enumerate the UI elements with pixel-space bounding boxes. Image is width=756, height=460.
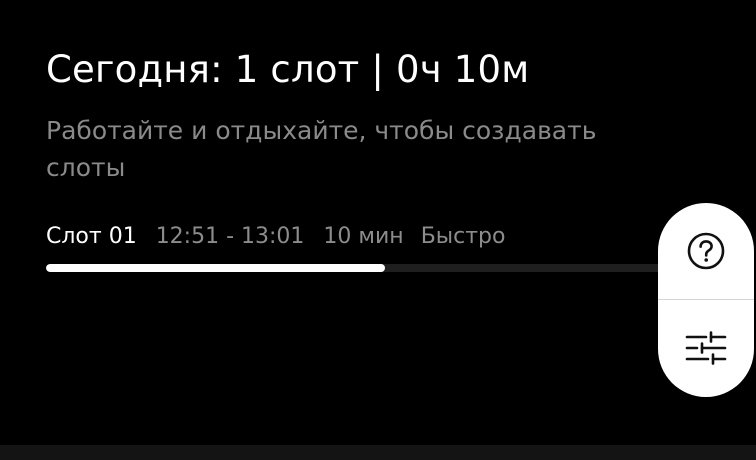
bottom-bar xyxy=(0,445,756,460)
slot-time-range: 12:51 - 13:01 xyxy=(155,224,305,249)
floating-action-group xyxy=(658,203,754,397)
slot-progress-bar xyxy=(46,264,686,272)
slot-progress-fill xyxy=(46,264,386,272)
slot-duration: 10 мин xyxy=(323,224,404,249)
slots-panel: Сегодня: 1 слот | 0ч 10м Работайте и отд… xyxy=(0,0,756,445)
slot-row[interactable]: Слот 01 12:51 - 13:01 10 мин Быстро xyxy=(46,221,506,253)
question-circle-icon xyxy=(687,232,725,270)
sliders-icon xyxy=(685,331,727,365)
slot-speed: Быстро xyxy=(420,224,506,249)
page-subtitle: Работайте и отдыхайте, чтобы создавать с… xyxy=(46,116,597,182)
help-button[interactable] xyxy=(658,203,754,299)
slot-name: Слот 01 xyxy=(46,224,137,249)
page-title: Сегодня: 1 слот | 0ч 10м xyxy=(46,48,530,91)
settings-button[interactable] xyxy=(658,300,754,396)
